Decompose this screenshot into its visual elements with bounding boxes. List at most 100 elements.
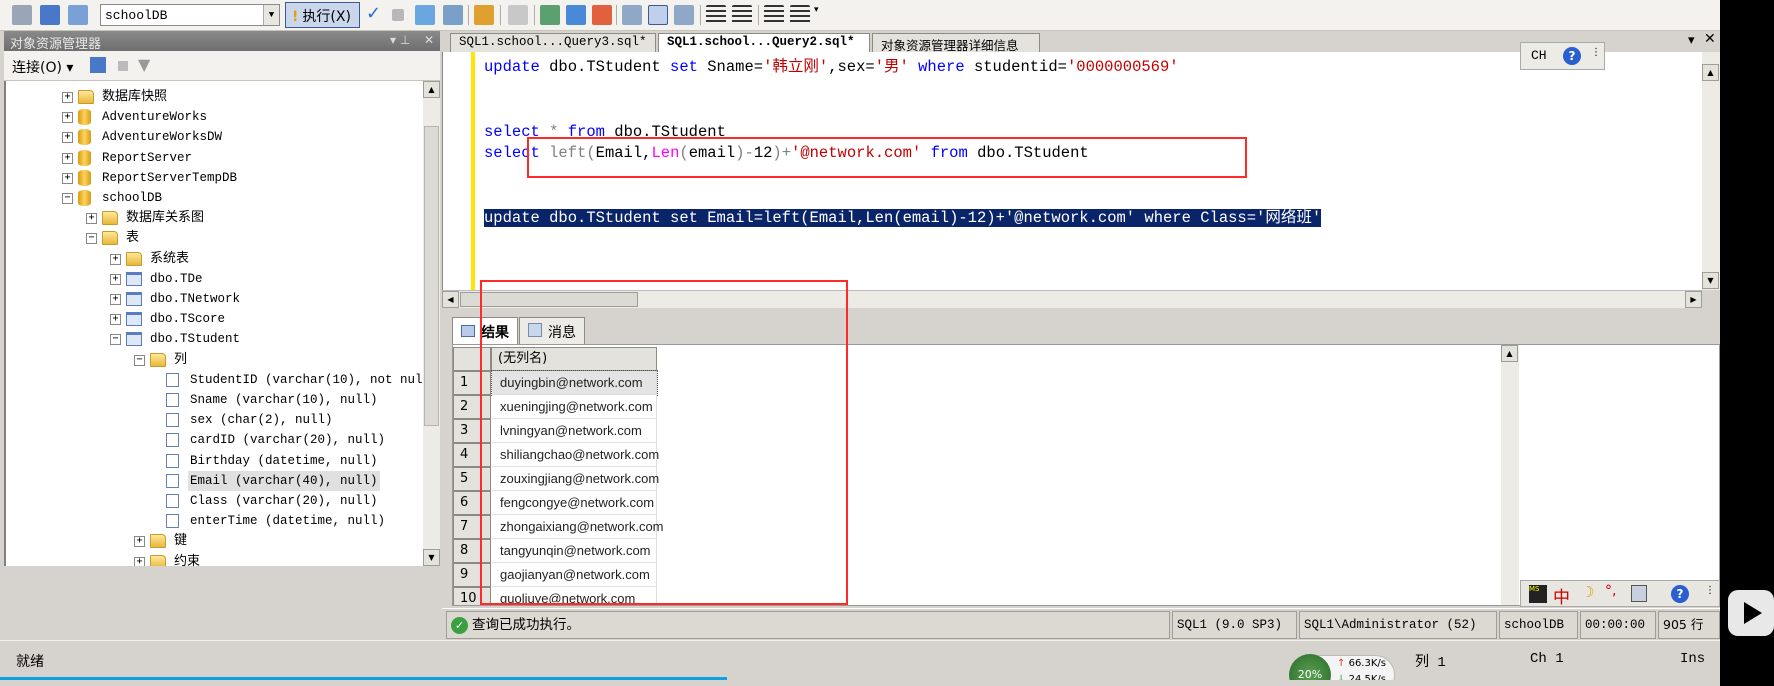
change-connection-icon[interactable] (40, 5, 60, 25)
overflow-icon[interactable]: ⋮ (1705, 585, 1715, 596)
punctuation-icon[interactable]: °, (1605, 583, 1616, 599)
expand-icon[interactable]: + (134, 536, 145, 548)
expand-icon[interactable]: + (110, 273, 121, 285)
execute-button[interactable]: ! 执行(X) (285, 2, 360, 28)
results-to-grid-icon[interactable] (648, 5, 668, 25)
scroll-right-icon[interactable]: ▶ (1685, 291, 1702, 308)
tab-document[interactable]: 对象资源管理器详细信息 (872, 33, 1040, 53)
tree-item[interactable]: − 列 (6, 350, 426, 370)
results-to-text-icon[interactable] (622, 5, 642, 25)
collapse-icon[interactable]: − (110, 334, 121, 346)
scroll-left-icon[interactable]: ◀ (442, 291, 459, 308)
editor-vscrollbar[interactable]: ▲ ▼ (1702, 52, 1720, 290)
language-indicator[interactable]: CH (1531, 48, 1547, 63)
stop-icon[interactable] (118, 61, 128, 71)
disconnect-icon[interactable] (68, 5, 88, 25)
database-select[interactable]: schoolDB ▼ (100, 4, 280, 26)
tree-item[interactable]: Sname (varchar(10), null) (6, 390, 426, 410)
expand-icon[interactable]: + (62, 112, 73, 124)
change-margin (471, 52, 475, 290)
disconnect-icon[interactable] (90, 57, 106, 73)
collapse-icon[interactable]: − (134, 354, 145, 366)
stop-icon[interactable] (392, 9, 404, 21)
tree-item[interactable]: cardID (varchar(20), null) (6, 430, 426, 450)
collapse-icon[interactable]: − (62, 193, 73, 204)
tree-item[interactable]: + ReportServer (6, 148, 426, 168)
include-stats-icon[interactable] (592, 5, 612, 25)
pin-icon[interactable]: ▾ ⊥ (390, 33, 410, 47)
connect-dropdown[interactable]: 连接(O) ▾ (12, 60, 73, 76)
database-value: schoolDB (105, 8, 168, 23)
tree-item[interactable]: Email (varchar(40), null) (6, 470, 426, 491)
video-play-icon[interactable] (1728, 590, 1774, 636)
help-icon[interactable]: ? (1671, 585, 1689, 603)
tab-document[interactable]: SQL1.school...Query3.sql* (450, 33, 656, 52)
scroll-up-icon[interactable]: ▲ (423, 81, 440, 98)
expand-icon[interactable]: + (86, 213, 97, 225)
expand-icon[interactable]: + (62, 152, 73, 164)
tree-item[interactable]: + 键 (6, 531, 426, 551)
collapse-icon[interactable]: − (86, 233, 97, 245)
scroll-down-icon[interactable]: ▼ (423, 549, 440, 566)
specify-values-icon[interactable] (508, 5, 528, 25)
tree-item[interactable]: − 表 (6, 228, 426, 248)
tree-item[interactable]: StudentID (varchar(10), not null) (6, 370, 438, 390)
tree-item[interactable]: + 约束 (6, 552, 426, 566)
tree-item[interactable]: Birthday (datetime, null) (6, 451, 426, 471)
include-plan-icon[interactable] (540, 5, 560, 25)
tree-item[interactable]: + ReportServerTempDB (6, 168, 426, 188)
expand-icon[interactable]: + (110, 314, 121, 326)
expand-icon[interactable]: + (134, 556, 145, 566)
mspy-icon[interactable]: MS (1529, 585, 1547, 603)
scroll-down-icon[interactable]: ▼ (1702, 272, 1719, 289)
query-options-icon[interactable] (443, 5, 463, 25)
connect-icon[interactable] (12, 5, 32, 25)
uncomment-icon[interactable] (732, 5, 752, 25)
scroll-up-icon[interactable]: ▲ (1702, 64, 1719, 81)
client-stats-icon[interactable] (566, 5, 586, 25)
tree-item[interactable]: + 系统表 (6, 249, 426, 269)
scroll-thumb[interactable] (424, 126, 439, 426)
tree-scrollbar[interactable]: ▲ ▼ (423, 81, 440, 566)
close-tab-icon[interactable]: ✕ (1704, 31, 1716, 47)
tree-item[interactable]: − schoolDB (6, 188, 426, 208)
parse-check-icon[interactable]: ✓ (366, 3, 386, 24)
expand-icon[interactable]: + (110, 294, 121, 305)
expand-icon[interactable]: + (110, 253, 121, 265)
results-to-file-icon[interactable] (674, 5, 694, 25)
tree-item[interactable]: Class (varchar(20), null) (6, 491, 426, 511)
comment-icon[interactable] (706, 5, 726, 25)
tree-item[interactable]: + dbo.TNetwork (6, 289, 426, 309)
filter-icon[interactable]: ▼ (138, 55, 150, 74)
expand-icon[interactable]: + (62, 92, 73, 103)
softkeyboard-icon[interactable] (1631, 585, 1647, 602)
expand-icon[interactable]: + (62, 172, 73, 184)
increase-indent-icon[interactable] (790, 5, 810, 25)
scroll-up-icon[interactable]: ▲ (1501, 345, 1518, 362)
moon-icon[interactable]: ☽ (1581, 583, 1594, 601)
video-progress-bar[interactable] (0, 677, 728, 680)
help-icon[interactable]: ? (1563, 47, 1581, 65)
tree-item[interactable]: + AdventureWorks (6, 107, 426, 127)
tab-list-icon[interactable]: ▾ (1688, 33, 1695, 48)
tree-item[interactable]: + dbo.TScore (6, 309, 426, 329)
decrease-indent-icon[interactable] (764, 5, 784, 25)
tab-document[interactable]: SQL1.school...Query2.sql* (658, 33, 870, 53)
tree-item[interactable]: + AdventureWorksDW (6, 127, 426, 147)
expand-icon[interactable]: + (62, 132, 73, 144)
code-line: update dbo.TStudent set Email=left(Email… (484, 208, 1322, 228)
close-icon[interactable]: ✕ (424, 33, 434, 47)
tree-item[interactable]: sex (char(2), null) (6, 410, 426, 430)
display-plan-icon[interactable] (415, 5, 435, 25)
tree-item[interactable]: + dbo.TDe (6, 269, 426, 289)
toolbar-overflow-icon[interactable]: ▾ (814, 5, 824, 25)
overflow-icon[interactable]: ⋮ (1591, 47, 1601, 58)
design-query-icon[interactable] (474, 5, 494, 25)
tree-item[interactable]: + 数据库关系图 (6, 208, 426, 228)
execute-icon: ! (292, 9, 299, 25)
grid-scrollbar[interactable]: ▲ (1501, 345, 1519, 605)
tree-item[interactable]: − dbo.TStudent (6, 329, 426, 349)
tree-item[interactable]: enterTime (datetime, null) (6, 511, 426, 531)
tree-item[interactable]: + 数据库快照 (6, 87, 426, 107)
ime-mode[interactable]: 中 (1553, 583, 1570, 608)
